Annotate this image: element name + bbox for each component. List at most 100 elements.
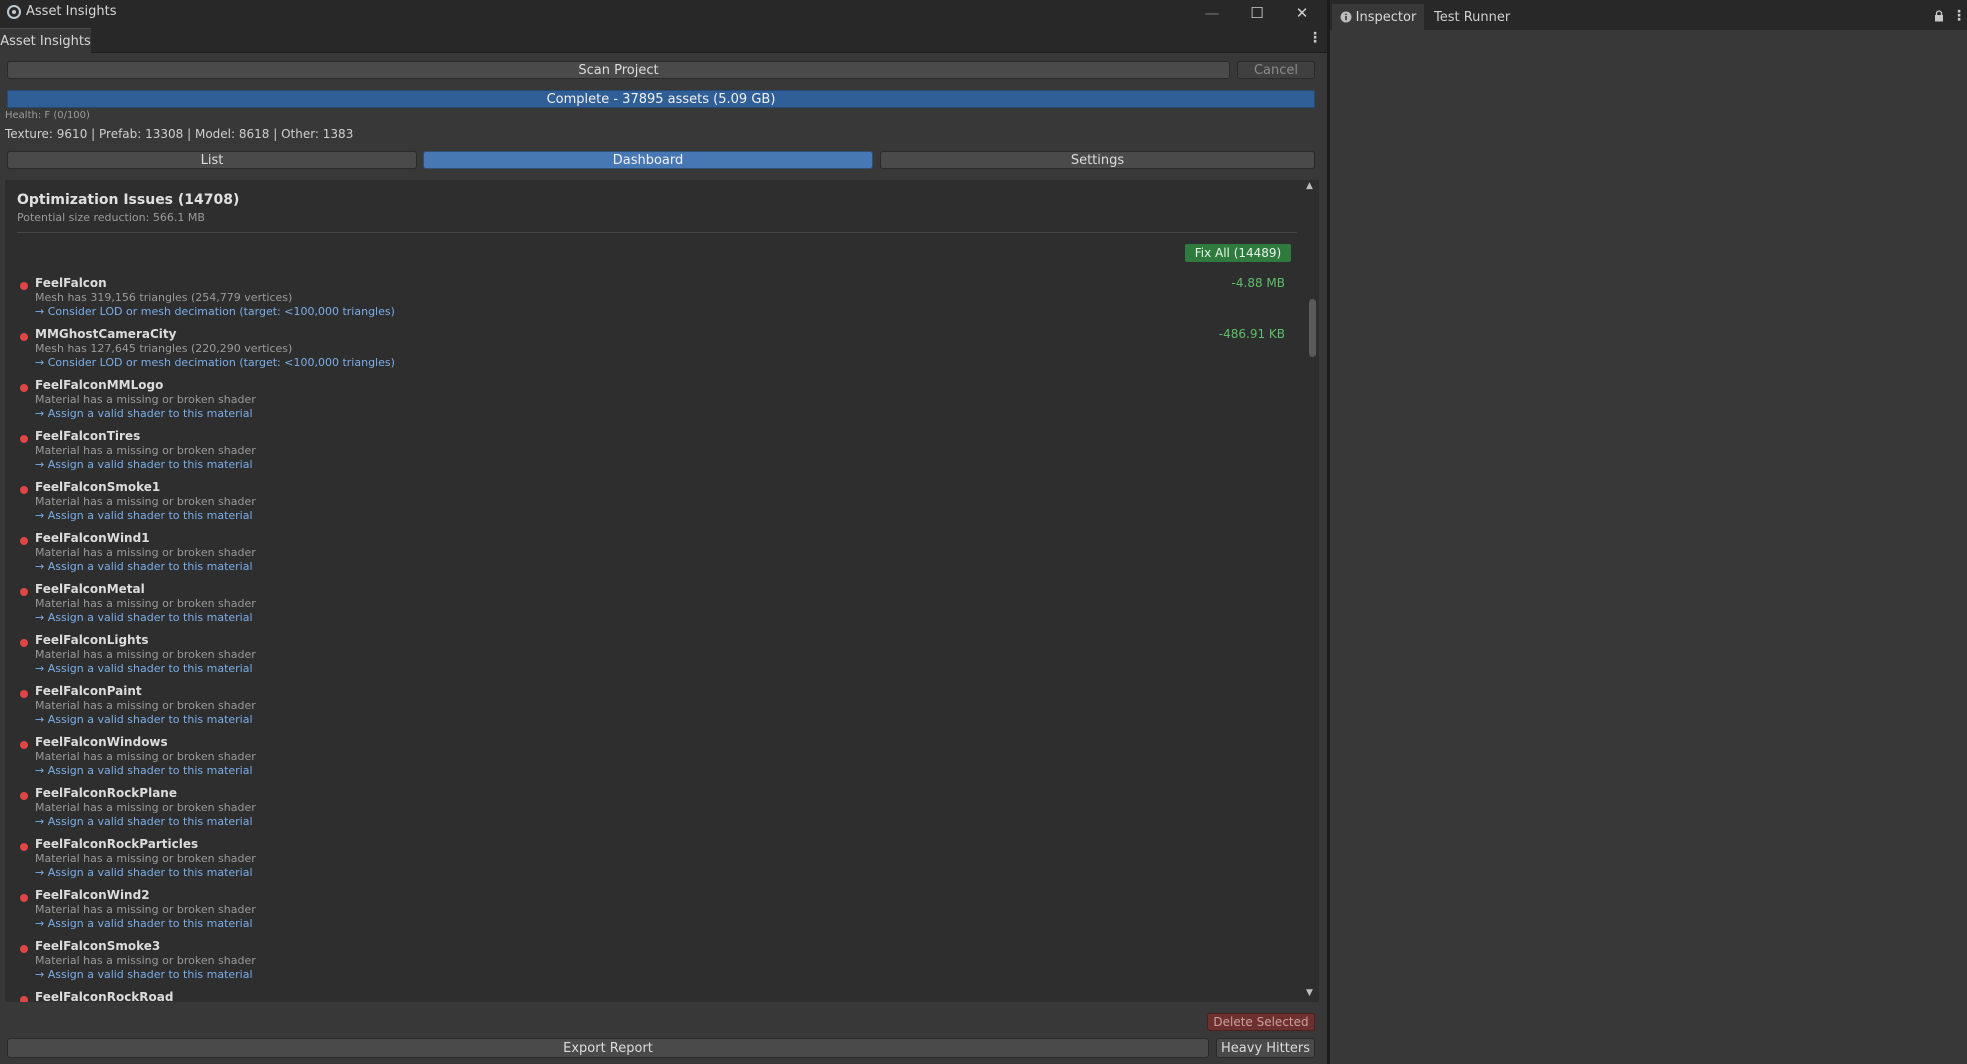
issue-name: MMGhostCameraCity [35,327,177,341]
issue-name: FeelFalconWindows [35,735,168,749]
issue-name: FeelFalconMMLogo [35,378,164,392]
issue-name: FeelFalconWind1 [35,531,150,545]
issue-suggestion: → Consider LOD or mesh decimation (targe… [35,356,395,369]
scroll-up-icon[interactable]: ▲ [1306,181,1313,191]
issue-row[interactable]: FeelFalconTires Material has a missing or… [5,429,1295,480]
issue-row[interactable]: FeelFalconLights Material has a missing o… [5,633,1295,684]
issue-description: Mesh has 127,645 triangles (220,290 vert… [35,342,293,355]
issue-suggestion: → Assign a valid shader to this material [35,815,253,828]
close-icon: ✕ [1295,4,1309,22]
severity-dot-icon [20,486,28,494]
issue-name: FeelFalconTires [35,429,141,443]
scroll-down-icon[interactable]: ▼ [1306,988,1313,998]
issue-suggestion: → Consider LOD or mesh decimation (targe… [35,305,395,318]
issue-description: Material has a missing or broken shader [35,648,256,661]
tab-inspector[interactable]: Inspector [1332,4,1424,30]
issue-row[interactable]: FeelFalconSmoke1 Material has a missing o… [5,480,1295,531]
severity-dot-icon [20,792,28,800]
tab-test-runner[interactable]: Test Runner [1434,4,1510,30]
minimize-icon: — [1204,4,1220,22]
export-report-button[interactable]: Export Report [7,1038,1209,1058]
issue-row[interactable]: FeelFalconWind1 Material has a missing or… [5,531,1295,582]
issue-row[interactable]: FeelFalconWind2 Material has a missing or… [5,888,1295,939]
title-bar: Asset Insights — ☐ ✕ [0,0,1327,26]
kebab-menu-icon[interactable]: ⋮ [1952,8,1966,24]
health-score: Health: F (0/100) [5,110,90,121]
issue-suggestion: → Assign a valid shader to this material [35,662,253,675]
tab-asset-insights[interactable]: Asset Insights [0,28,91,53]
issue-row[interactable]: FeelFalconMMLogo Material has a missing o… [5,378,1295,429]
severity-dot-icon [20,333,28,341]
severity-dot-icon [20,690,28,698]
fix-all-button[interactable]: Fix All (14489) [1185,244,1291,262]
kebab-menu-icon[interactable]: ⋮ [1308,30,1322,46]
issue-row[interactable]: FeelFalconRockRoad [5,990,1295,1002]
severity-dot-icon [20,945,28,953]
issue-row[interactable]: FeelFalcon Mesh has 319,156 triangles (25… [5,276,1295,327]
section-title: Optimization Issues (14708) [17,192,240,208]
scan-project-button[interactable]: Scan Project [7,61,1230,79]
issue-row[interactable]: FeelFalconRockParticles Material has a mi… [5,837,1295,888]
tab-inspector-label: Inspector [1355,9,1417,25]
lock-icon[interactable] [1934,10,1944,22]
severity-dot-icon [20,537,28,545]
issue-name: FeelFalconMetal [35,582,145,596]
severity-dot-icon [20,996,28,1002]
issue-description: Material has a missing or broken shader [35,495,256,508]
issue-suggestion: → Assign a valid shader to this material [35,764,253,777]
issue-name: FeelFalconRockParticles [35,837,199,851]
issue-description: Material has a missing or broken shader [35,954,256,967]
scrollbar-thumb[interactable] [1309,299,1316,357]
tab-dashboard[interactable]: Dashboard [423,151,873,169]
tab-settings[interactable]: Settings [880,151,1315,169]
issue-row[interactable]: FeelFalconWindows Material has a missing … [5,735,1295,786]
issue-row[interactable]: FeelFalconSmoke3 Material has a missing o… [5,939,1295,990]
issue-suggestion: → Assign a valid shader to this material [35,968,253,981]
asset-type-summary: Texture: 9610 | Prefab: 13308 | Model: 8… [5,127,354,141]
issue-description: Material has a missing or broken shader [35,444,256,457]
issue-name: FeelFalconLights [35,633,149,647]
issue-name: FeelFalconRockPlane [35,786,177,800]
issue-description: Material has a missing or broken shader [35,546,256,559]
maximize-button[interactable]: ☐ [1235,0,1279,26]
severity-dot-icon [20,435,28,443]
severity-dot-icon [20,843,28,851]
issue-row[interactable]: MMGhostCameraCity Mesh has 127,645 triang… [5,327,1295,378]
close-button[interactable]: ✕ [1280,0,1324,26]
window-title: Asset Insights [26,4,117,19]
issue-suggestion: → Assign a valid shader to this material [35,866,253,879]
info-icon [1340,11,1352,23]
asset-insights-window: Asset Insights — ☐ ✕ Asset Insights ⋮ Sc… [0,0,1327,1064]
issue-name: FeelFalconSmoke3 [35,939,161,953]
issue-description: Mesh has 319,156 triangles (254,779 vert… [35,291,293,304]
issue-name: FeelFalconRockRoad [35,990,174,1002]
minimize-button[interactable]: — [1190,0,1234,26]
issue-suggestion: → Assign a valid shader to this material [35,458,253,471]
cancel-button[interactable]: Cancel [1237,61,1315,79]
issue-row[interactable]: FeelFalconRockPlane Material has a missin… [5,786,1295,837]
delete-selected-button[interactable]: Delete Selected [1207,1013,1315,1031]
issue-name: FeelFalconWind2 [35,888,150,902]
issue-row[interactable]: FeelFalconMetal Material has a missing or… [5,582,1295,633]
issue-description: Material has a missing or broken shader [35,699,256,712]
severity-dot-icon [20,282,28,290]
issue-suggestion: → Assign a valid shader to this material [35,560,253,573]
severity-dot-icon [20,894,28,902]
issue-row[interactable]: FeelFalconPaint Material has a missing or… [5,684,1295,735]
optimization-issues-panel: Optimization Issues (14708) Potential si… [5,180,1307,1002]
issue-description: Material has a missing or broken shader [35,750,256,763]
divider [17,232,1297,233]
issue-description: Material has a missing or broken shader [35,903,256,916]
issue-suggestion: → Assign a valid shader to this material [35,713,253,726]
tab-list[interactable]: List [7,151,417,169]
issue-description: Material has a missing or broken shader [35,852,256,865]
scan-progress-bar: Complete - 37895 assets (5.09 GB) [7,90,1315,108]
right-tab-bar [1330,0,1967,30]
section-subtitle: Potential size reduction: 566.1 MB [17,211,205,224]
issue-name: FeelFalconPaint [35,684,142,698]
app-icon [7,5,21,19]
issue-suggestion: → Assign a valid shader to this material [35,509,253,522]
heavy-hitters-button[interactable]: Heavy Hitters [1216,1038,1315,1058]
right-dock: Inspector Test Runner ⋮ [1330,0,1967,1064]
issue-suggestion: → Assign a valid shader to this material [35,917,253,930]
